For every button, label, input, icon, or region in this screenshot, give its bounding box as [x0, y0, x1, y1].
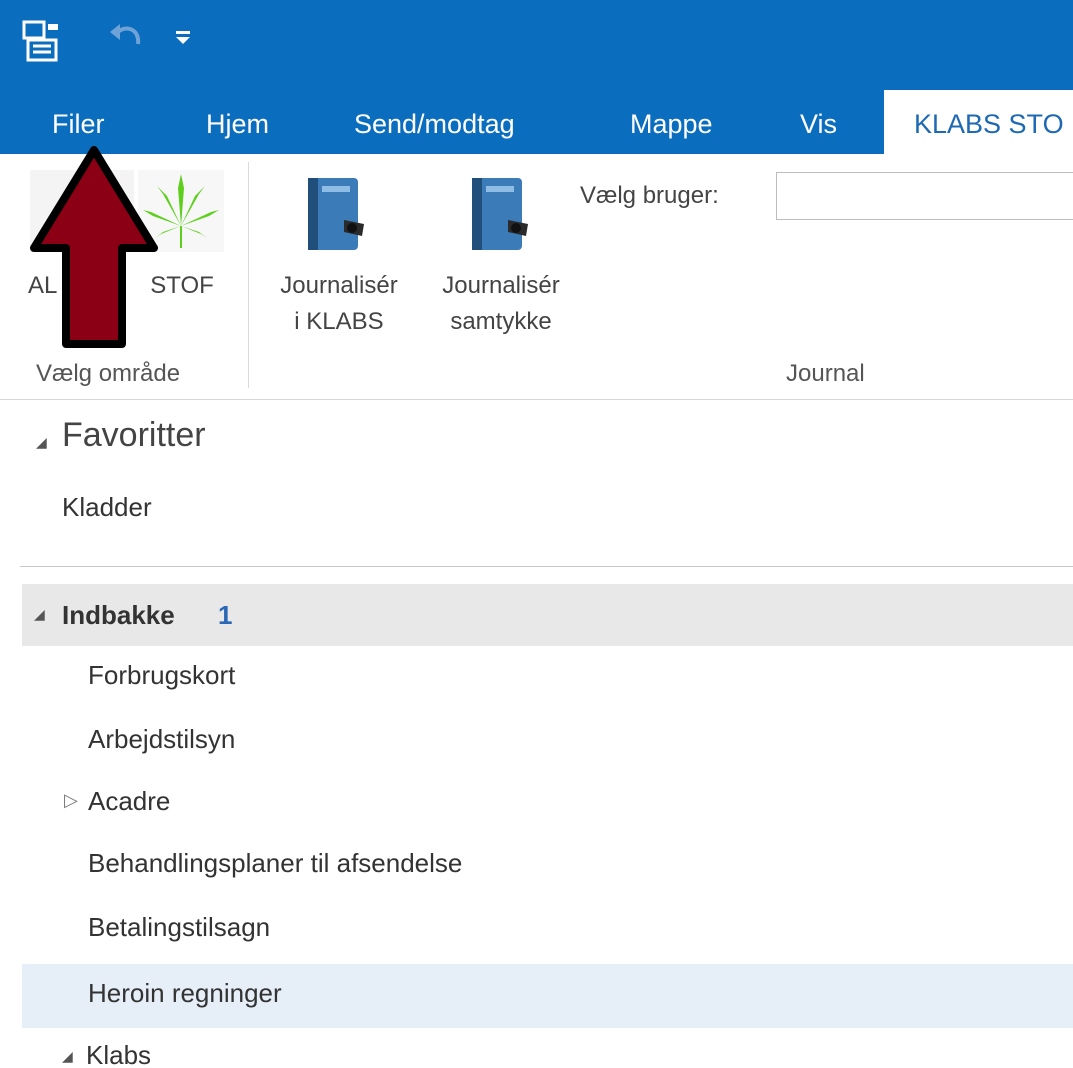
- folder-label: Kladder: [62, 492, 152, 522]
- book-lock-icon: [308, 178, 364, 250]
- journal-samtykke-line1: Journalisér: [442, 272, 560, 299]
- folder-label: Klabs: [86, 1040, 152, 1068]
- folder-item-betalingstilsagn[interactable]: Betalingstilsagn: [0, 912, 1073, 952]
- folder-label: Forbrugskort: [88, 660, 236, 690]
- favorites-header[interactable]: ◢ Favoritter: [0, 412, 1073, 462]
- folder-item-arbejdstilsyn[interactable]: Arbejdstilsyn: [0, 724, 1073, 764]
- folder-item-indbakke[interactable]: ◢ Indbakke 1: [22, 584, 1073, 646]
- folder-item-behandlingsplaner[interactable]: Behandlingsplaner til afsendelse: [0, 848, 1073, 888]
- outlook-app-icon[interactable]: [20, 16, 68, 64]
- pane-separator: [20, 566, 1073, 567]
- title-bar: [0, 0, 1073, 90]
- folder-item-heroin-regninger[interactable]: Heroin regninger: [22, 964, 1073, 1028]
- folder-label: Heroin regninger: [88, 978, 282, 1008]
- collapse-triangle-icon: ◢: [34, 606, 45, 622]
- folder-item-acadre[interactable]: ▷ Acadre: [0, 786, 1073, 826]
- group-label-journal: Journal: [786, 360, 865, 387]
- folder-item-forbrugskort[interactable]: Forbrugskort: [0, 660, 1073, 700]
- collapse-triangle-icon: ◢: [36, 434, 47, 450]
- journal-klabs-line2: i KLABS: [294, 308, 384, 335]
- book-lock-icon: [472, 178, 528, 250]
- folder-label: Acadre: [88, 786, 171, 816]
- favorites-header-label: Favoritter: [62, 416, 206, 454]
- undo-icon[interactable]: [106, 20, 146, 56]
- tab-mappe[interactable]: Mappe: [630, 90, 713, 154]
- journal-klabs-line1: Journalisér: [280, 272, 398, 299]
- unread-count-badge: 1: [218, 600, 233, 630]
- tab-klabs-stof[interactable]: KLABS STO: [884, 90, 1073, 154]
- expand-triangle-icon[interactable]: ▷: [64, 790, 78, 811]
- customize-qat-icon[interactable]: [172, 26, 194, 48]
- folder-label: Behandlingsplaner til afsendelse: [88, 848, 463, 878]
- folder-label: Arbejdstilsyn: [88, 724, 236, 754]
- folder-label: Indbakke: [62, 600, 175, 630]
- group-label-area: Vælg område: [36, 360, 181, 387]
- folder-item-kladder[interactable]: Kladder: [0, 492, 1073, 532]
- journal-samtykke-line2: samtykke: [450, 308, 552, 335]
- tab-hjem[interactable]: Hjem: [206, 90, 269, 154]
- folder-item-klabs[interactable]: ◢ Klabs: [0, 1040, 1073, 1068]
- collapse-triangle-icon: ◢: [62, 1048, 73, 1064]
- red-arrow-annotation: [30, 146, 158, 348]
- folder-label: Betalingstilsagn: [88, 912, 271, 942]
- select-user-input[interactable]: [776, 172, 1073, 220]
- tab-send-modtag[interactable]: Send/modtag: [354, 90, 515, 154]
- select-user-label: Vælg bruger:: [580, 182, 719, 209]
- tab-vis[interactable]: Vis: [800, 90, 837, 154]
- group-separator: [248, 162, 249, 388]
